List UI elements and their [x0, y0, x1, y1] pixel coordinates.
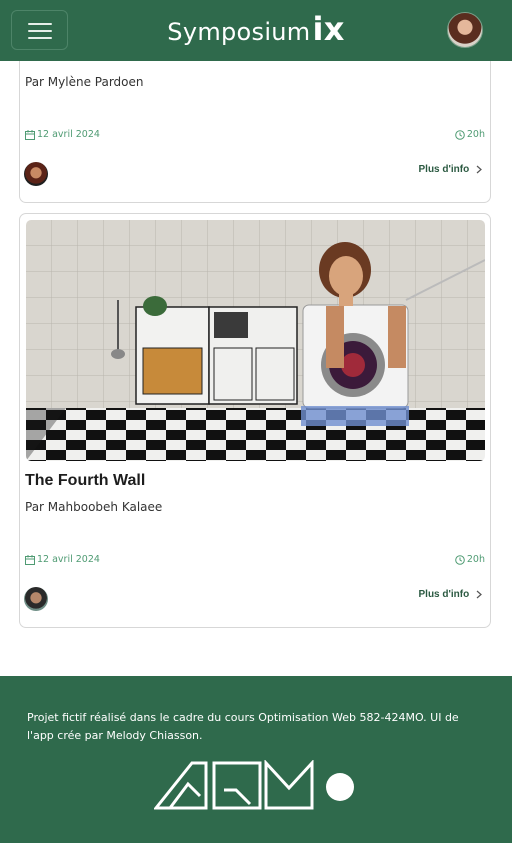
event-card[interactable]: The Fourth Wall Par Mahboobeh Kalaee 12 …	[19, 213, 491, 628]
card-title: The Fourth Wall	[25, 472, 146, 489]
card-duration-text: 20h	[466, 129, 485, 140]
card-duration-text: 20h	[466, 554, 485, 565]
card-duration: 20h	[455, 129, 485, 140]
chevron-right-icon	[476, 590, 482, 599]
chevron-right-icon	[476, 165, 482, 174]
brand-name: Symposium	[167, 18, 311, 46]
more-info-label: Plus d'info	[418, 164, 470, 175]
more-info-label: Plus d'info	[418, 589, 470, 600]
card-date: 12 avril 2024	[25, 129, 100, 140]
kitchen-illustration	[26, 220, 485, 461]
brand-logo[interactable]: Symposiumix	[0, 10, 512, 48]
clock-icon	[455, 129, 465, 140]
clock-icon	[455, 554, 465, 565]
user-avatar[interactable]	[447, 12, 483, 48]
author-avatar[interactable]	[24, 162, 48, 186]
card-date: 12 avril 2024	[25, 554, 100, 565]
app-header: Symposiumix	[0, 0, 512, 61]
brand-suffix: ix	[312, 10, 345, 48]
card-author: Par Mylène Pardoen	[25, 75, 144, 89]
more-info-link[interactable]: Plus d'info	[419, 164, 484, 175]
more-info-link[interactable]: Plus d'info	[419, 589, 484, 600]
aqm-logo	[154, 760, 354, 810]
calendar-icon	[25, 554, 35, 565]
footer-text: Projet fictif réalisé dans le cadre du c…	[27, 711, 459, 742]
author-avatar[interactable]	[24, 587, 48, 611]
card-author: Par Mahboobeh Kalaee	[25, 500, 163, 514]
card-duration: 20h	[455, 554, 485, 565]
calendar-icon	[25, 129, 35, 140]
event-image[interactable]	[26, 220, 485, 461]
card-date-text: 12 avril 2024	[37, 129, 100, 140]
card-date-text: 12 avril 2024	[37, 554, 100, 565]
